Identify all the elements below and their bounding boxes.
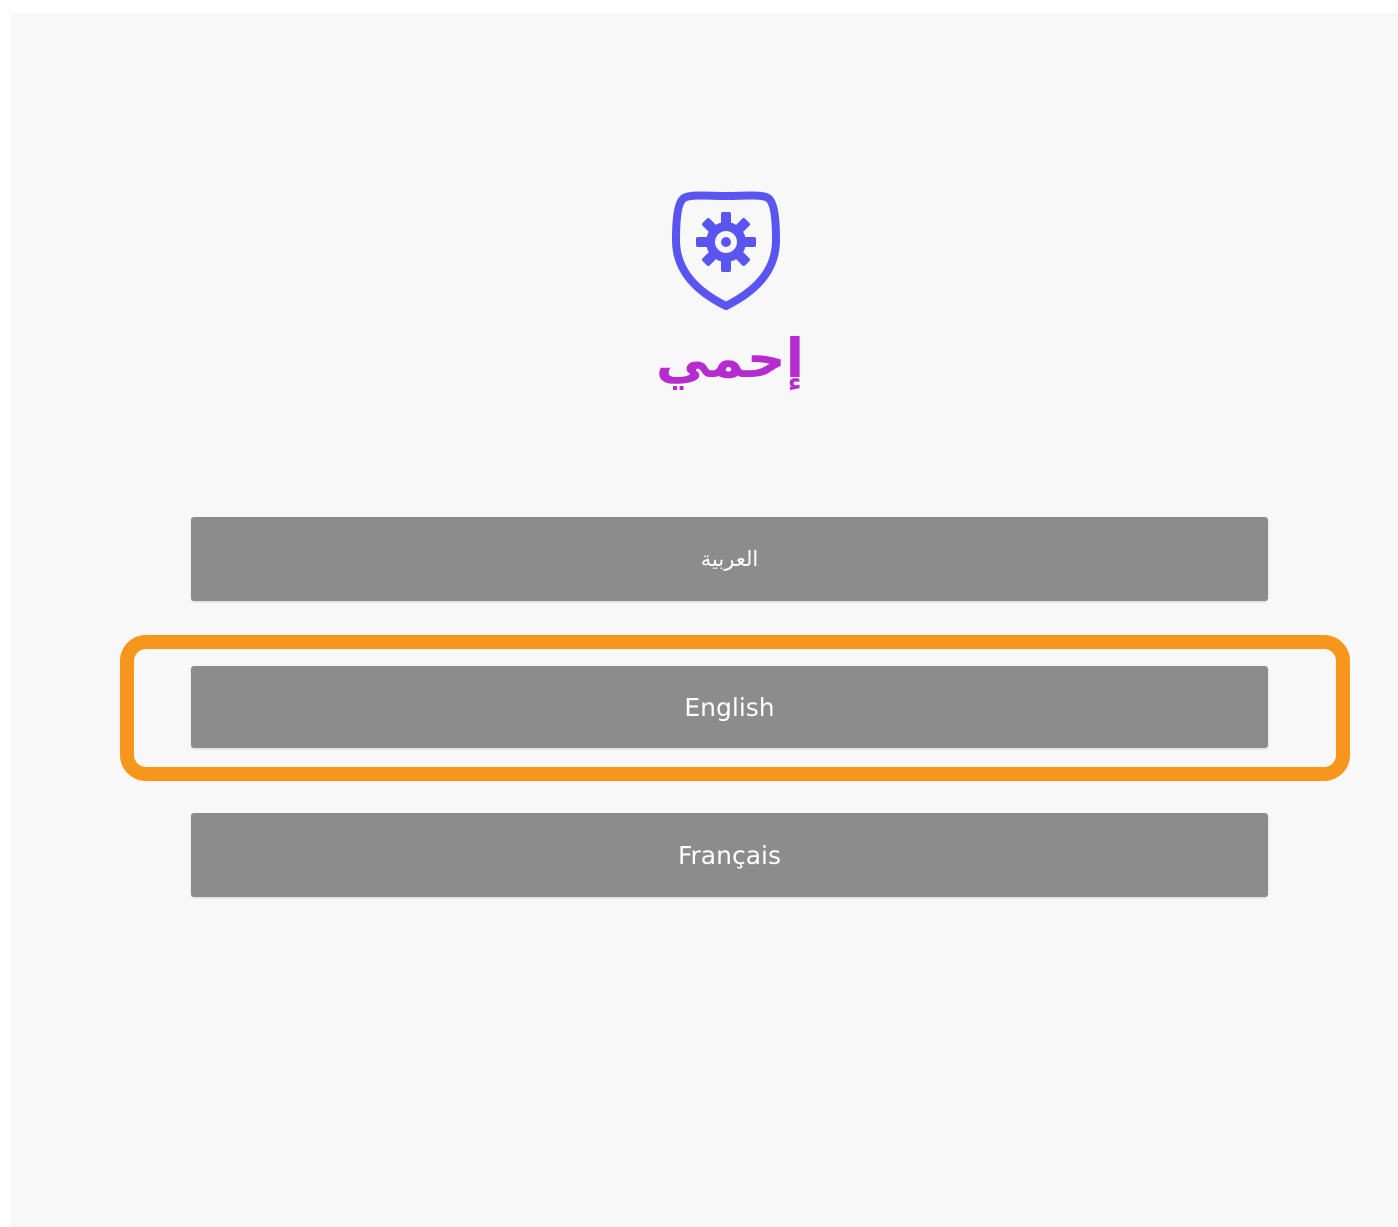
language-button-arabic[interactable]: العربية (191, 517, 1268, 601)
language-button-french[interactable]: Français (191, 813, 1268, 897)
brand-name: إحمي (655, 327, 805, 390)
shield-gear-icon (672, 191, 780, 310)
language-button-english[interactable]: English (191, 666, 1268, 748)
